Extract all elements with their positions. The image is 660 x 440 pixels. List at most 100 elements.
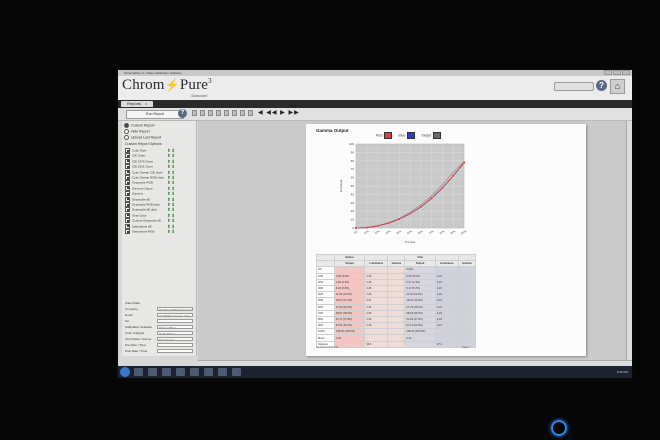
start-button[interactable] — [120, 367, 130, 377]
reorder-arrows-icon[interactable]: ⬆⬇ — [167, 164, 176, 169]
reorder-arrows-icon[interactable]: ⬆⬇ — [167, 229, 176, 234]
report-option-item[interactable]: Color Sweep CIE chart ⬆⬇ — [125, 169, 191, 175]
reorder-arrows-icon[interactable]: ⬆⬇ — [167, 159, 176, 164]
reorder-arrows-icon[interactable]: ⬆⬇ — [167, 191, 176, 196]
home-icon[interactable]: ⌂ — [610, 79, 625, 94]
chart-legend: Red Blue Target — [376, 132, 442, 139]
reorder-arrows-icon[interactable]: ⬆⬇ — [167, 153, 176, 158]
reorder-arrows-icon[interactable]: ⬆⬇ — [167, 175, 176, 180]
refresh-icon[interactable] — [240, 110, 245, 116]
report-option-item[interactable]: CIE 1976 Chart ⬆⬇ — [125, 158, 191, 164]
report-option-item[interactable]: Gamma Output ⬆⬇ — [125, 185, 191, 191]
report-option-item[interactable]: Grayscale RGB data ⬆⬇ — [125, 202, 191, 207]
client-info-row: Post Date / Time — [125, 349, 193, 354]
checkbox[interactable] — [125, 223, 130, 229]
vertical-scrollbar[interactable] — [626, 121, 632, 360]
taskbar-app-icon[interactable] — [204, 368, 213, 376]
taskbar-app-icon[interactable] — [148, 368, 157, 376]
client-info-field[interactable]: Display Calibrations LLC — [157, 307, 193, 311]
taskbar-app-icon[interactable] — [232, 368, 241, 376]
checkbox[interactable] — [125, 158, 130, 164]
report-option-item[interactable]: Gray Color ⬆⬇ — [125, 212, 191, 218]
maximize-button[interactable] — [613, 70, 621, 75]
reorder-arrows-icon[interactable]: ⬆⬇ — [167, 148, 176, 153]
checkbox[interactable] — [125, 175, 130, 180]
report-option-item[interactable]: Color Gain ⬆⬇ — [125, 148, 191, 153]
checkbox[interactable] — [125, 191, 130, 197]
reorder-arrows-icon[interactable]: ⬆⬇ — [167, 218, 176, 223]
client-info-field[interactable] — [157, 349, 193, 353]
taskbar-app-icon[interactable] — [176, 368, 185, 376]
export-icon[interactable] — [208, 110, 213, 116]
run-report-button[interactable]: Run Report — [126, 110, 184, 119]
checkbox[interactable] — [125, 148, 130, 153]
toolbar-help-icon[interactable]: ? — [178, 109, 187, 118]
taskbar-app-icon[interactable] — [162, 368, 171, 376]
taskbar-app-icon[interactable] — [190, 368, 199, 376]
page-navigation-icons[interactable]: ◀ ◀◀ ▶ ▶▶ — [258, 109, 300, 116]
radio-upload-last-report[interactable]: Upload Last Report — [124, 135, 161, 140]
reorder-arrows-icon[interactable]: ⬆⬇ — [167, 197, 176, 202]
page-setup-icon[interactable] — [224, 110, 229, 116]
client-info-field[interactable]: Color Meter — [157, 331, 193, 335]
data-point-target — [452, 171, 455, 173]
zoom-icon[interactable] — [216, 110, 221, 116]
reorder-arrows-icon[interactable]: ⬆⬇ — [167, 202, 176, 207]
client-info-field[interactable] — [157, 319, 193, 323]
checkbox[interactable] — [125, 229, 130, 234]
radio-label: Hide Report — [131, 129, 150, 134]
report-option-item[interactable]: CIE Chart ⬆⬇ — [125, 153, 191, 159]
app-header: Chrom⚡Pure3 Standard ? ⌂ — [118, 76, 632, 100]
close-button[interactable] — [622, 70, 630, 75]
client-info-field[interactable]: ChromaPure — [157, 325, 193, 329]
save-icon[interactable] — [200, 110, 205, 116]
report-footer-page: Page 1 — [462, 346, 471, 349]
client-info-field[interactable]: tom@chromapure.com — [157, 313, 193, 317]
client-info-field[interactable] — [157, 343, 193, 347]
checkbox[interactable] — [125, 212, 130, 218]
client-info-field[interactable]: Test Source — [157, 337, 193, 341]
checkbox[interactable] — [125, 218, 130, 224]
header-search-box[interactable] — [554, 82, 594, 91]
radio-custom-report[interactable]: Custom Report — [124, 123, 155, 128]
tab-reports[interactable]: Reports x — [121, 101, 154, 107]
y-tick-label: 70 — [351, 167, 355, 171]
report-option-label: Grayscale dE — [132, 196, 151, 201]
taskbar-app-icon[interactable] — [218, 368, 227, 376]
client-info-row: Email tom@chromapure.com — [125, 313, 193, 318]
data-point-red — [430, 196, 433, 200]
checkbox[interactable] — [125, 202, 130, 207]
reorder-arrows-icon[interactable]: ⬆⬇ — [167, 207, 176, 212]
legend-item-target: Target — [421, 132, 442, 139]
copy-icon[interactable] — [232, 110, 237, 116]
report-option-item[interactable]: Custom Grayscale dE ⬆⬇ — [125, 218, 191, 224]
tab-close-icon[interactable]: x — [145, 101, 147, 106]
radio-hide-report[interactable]: Hide Report — [124, 129, 150, 134]
report-option-item[interactable]: Grayscale dE ⬆⬇ — [125, 196, 191, 202]
reorder-arrows-icon[interactable]: ⬆⬇ — [167, 180, 176, 185]
checkbox[interactable] — [125, 196, 130, 202]
print-icon[interactable] — [192, 110, 197, 116]
report-option-item[interactable]: CIE 1931 Chart ⬆⬇ — [125, 164, 191, 170]
reorder-arrows-icon[interactable]: ⬆⬇ — [167, 170, 176, 175]
report-option-item[interactable]: Grayscale dE data ⬆⬇ — [125, 207, 191, 213]
checkbox[interactable] — [125, 185, 130, 191]
report-option-item[interactable]: Gamma ⬆⬇ — [125, 191, 191, 197]
checkbox[interactable] — [125, 164, 130, 170]
layout-icon[interactable] — [248, 110, 253, 116]
reorder-arrows-icon[interactable]: ⬆⬇ — [167, 224, 176, 229]
checkbox[interactable] — [125, 180, 130, 186]
report-option-item[interactable]: Saturations RGB ⬆⬇ — [125, 229, 191, 234]
reorder-arrows-icon[interactable]: ⬆⬇ — [167, 213, 176, 218]
taskbar-app-icon[interactable] — [134, 368, 143, 376]
report-option-item[interactable]: Grayscale RGB ⬆⬇ — [125, 180, 191, 186]
reorder-arrows-icon[interactable]: ⬆⬇ — [167, 186, 176, 191]
report-option-item[interactable]: Saturations dE ⬆⬇ — [125, 223, 191, 229]
report-option-item[interactable]: Color Sweep RGB chart ⬆⬇ — [125, 175, 191, 180]
checkbox[interactable] — [125, 207, 130, 213]
table-row: Variance 96.8 97.1 — [316, 340, 477, 348]
minimize-button[interactable] — [604, 70, 612, 75]
checkbox[interactable] — [125, 169, 130, 175]
help-icon[interactable]: ? — [596, 80, 607, 91]
checkbox[interactable] — [125, 153, 130, 159]
